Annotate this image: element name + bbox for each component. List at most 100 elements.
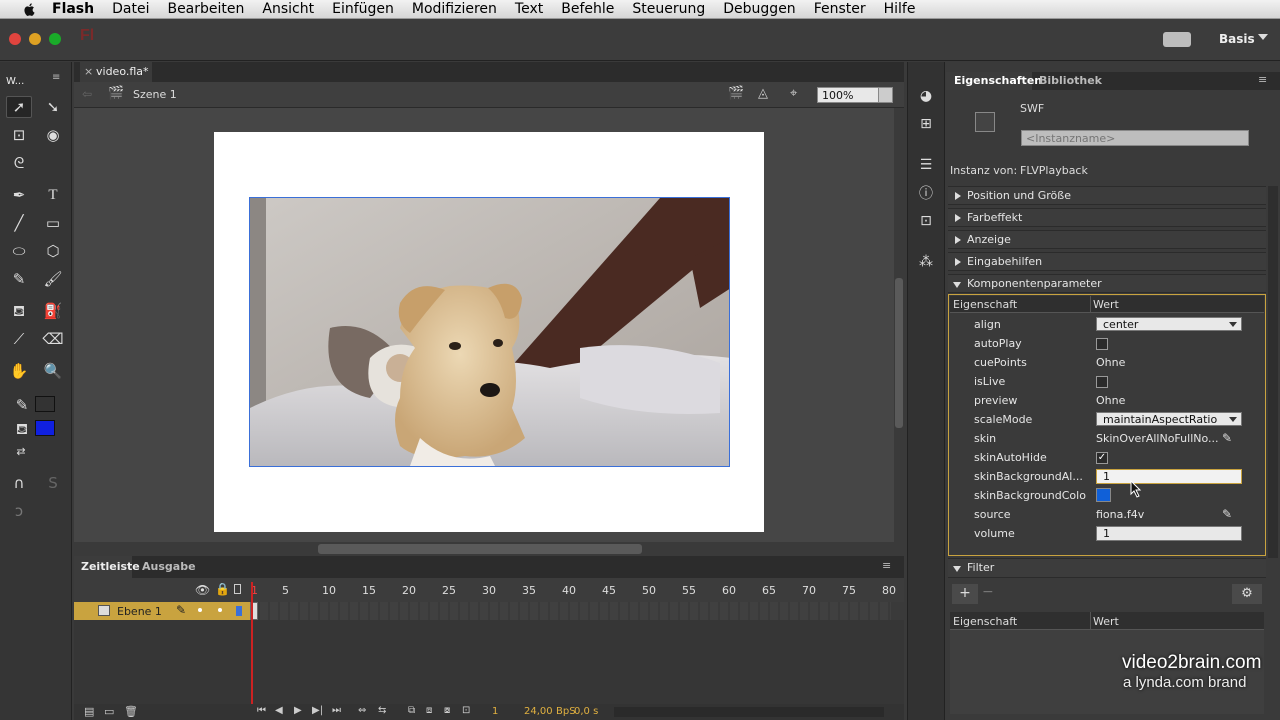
fill-color-swatch[interactable] [35, 420, 55, 436]
ink-bottle-icon[interactable]: ⛽ [40, 300, 66, 322]
lasso-icon[interactable]: ᘓ [6, 152, 32, 174]
edit-symbols-icon[interactable]: ◬ [758, 86, 768, 101]
document-tab[interactable]: × video.fla* [80, 62, 152, 82]
pencil-tool-icon[interactable]: ✎ [6, 268, 32, 290]
center-stage-icon[interactable]: ⌖ [790, 86, 797, 101]
instance-of-value[interactable]: FLVPlayback [1020, 164, 1088, 177]
panel-menu-icon[interactable]: ≡ [882, 559, 891, 572]
menu-einfuegen[interactable]: Einfügen [332, 1, 394, 17]
close-window-button[interactable] [9, 33, 21, 45]
onion-outline-icon[interactable]: ⧈ [426, 705, 432, 716]
zoom-window-button[interactable] [49, 33, 61, 45]
timeline-scrollbar[interactable] [614, 707, 884, 717]
edit-scene-icon[interactable]: 🎬 [728, 86, 744, 101]
hand-tool-icon[interactable]: ✋ [6, 360, 32, 382]
center-frame-icon[interactable]: ⇆ [378, 705, 386, 716]
skinbackgroundcolor-swatch[interactable] [1096, 488, 1111, 502]
brush-tool-icon[interactable]: 🖌 [40, 268, 66, 290]
new-layer-icon[interactable]: ▤ [84, 705, 94, 718]
islive-checkbox[interactable] [1096, 376, 1108, 388]
tab-ausgabe[interactable]: Ausgabe [142, 560, 196, 573]
cuepoints-value[interactable]: Ohne [1096, 356, 1125, 369]
minimize-window-button[interactable] [29, 33, 41, 45]
remove-filter-icon[interactable]: − [982, 584, 998, 604]
skinautohide-checkbox[interactable]: ✓ [1096, 452, 1108, 464]
swap-colors-icon[interactable]: ⇄ [8, 440, 34, 462]
color-palette-icon[interactable]: ◕ [914, 87, 938, 105]
menu-debuggen[interactable]: Debuggen [723, 1, 795, 17]
vertical-scroll-thumb[interactable] [895, 278, 903, 428]
paint-bucket-icon[interactable]: ⛾ [6, 300, 32, 322]
tab-zeitleiste[interactable]: Zeitleiste [81, 560, 140, 573]
tab-bibliothek[interactable]: Bibliothek [1039, 74, 1102, 87]
delete-layer-icon[interactable]: 🗑 [124, 705, 138, 718]
onion-markers-icon[interactable]: ⊡ [462, 705, 470, 716]
3d-rotation-icon[interactable]: ◉ [40, 124, 66, 146]
section-farbeffekt[interactable]: Farbeffekt [948, 208, 1266, 227]
autoplay-checkbox[interactable] [1096, 338, 1108, 350]
text-tool-icon[interactable]: T [40, 184, 66, 206]
edit-multiple-frames-icon[interactable]: ⧇ [444, 705, 450, 716]
close-icon[interactable]: × [84, 62, 93, 81]
swatches-grid-icon[interactable]: ⊞ [914, 115, 938, 133]
new-folder-icon[interactable]: ▭ [104, 705, 114, 718]
workspace-switcher[interactable]: Basis [1219, 32, 1255, 46]
menu-text[interactable]: Text [515, 1, 543, 17]
scene-label[interactable]: Szene 1 [133, 88, 177, 101]
pen-tool-icon[interactable]: ✒ [6, 184, 32, 206]
line-tool-icon[interactable]: ╱ [6, 212, 32, 234]
outline-icon[interactable] [234, 584, 241, 594]
apple-icon[interactable] [20, 2, 40, 17]
panel-menu-icon[interactable]: ≡ [1258, 73, 1267, 86]
pencil-edit-icon[interactable]: ✎ [1222, 431, 1232, 445]
gear-icon[interactable]: ⚙ [1232, 584, 1262, 604]
straighten-icon[interactable]: ↄ [6, 500, 32, 522]
section-filter[interactable]: Filter [948, 558, 1266, 578]
back-arrow-icon[interactable]: ⇦ [82, 87, 92, 101]
stage-vertical-scrollbar[interactable] [894, 108, 904, 542]
step-back-icon[interactable]: ◀ [275, 705, 283, 716]
first-frame-icon[interactable]: ⏮ [257, 705, 266, 716]
frame-rate[interactable]: 24,00 [524, 706, 553, 717]
instance-name-input[interactable] [1021, 130, 1249, 146]
align-icon[interactable]: ☰ [914, 156, 938, 174]
layer-lock-dot[interactable] [218, 608, 222, 612]
subselection-tool-icon[interactable]: ➘ [40, 96, 66, 118]
onion-skin-icon[interactable]: ⧉ [408, 705, 415, 716]
lock-icon[interactable]: 🔒 [215, 582, 230, 596]
pencil-edit-icon[interactable]: ✎ [1222, 507, 1232, 521]
oval-tool-icon[interactable]: ⬭ [6, 240, 32, 262]
flv-playback-instance[interactable] [249, 197, 730, 467]
layer-visible-dot[interactable] [198, 608, 202, 612]
section-anzeige[interactable]: Anzeige [948, 230, 1266, 249]
menu-fenster[interactable]: Fenster [814, 1, 866, 17]
info-icon[interactable]: ⓘ [914, 184, 938, 202]
menu-modifizieren[interactable]: Modifizieren [412, 1, 497, 17]
eyedropper-icon[interactable]: ⟋ [6, 328, 32, 350]
volume-field[interactable]: 1 [1096, 526, 1242, 541]
loop-icon[interactable]: ⇔ [358, 705, 366, 716]
section-eingabehilfen[interactable]: Eingabehilfen [948, 252, 1266, 271]
menu-bearbeiten[interactable]: Bearbeiten [167, 1, 244, 17]
scalemode-dropdown[interactable]: maintainAspectRatio [1096, 412, 1242, 426]
stroke-color-swatch[interactable] [35, 396, 55, 412]
preview-value[interactable]: Ohne [1096, 394, 1125, 407]
smooth-icon[interactable]: S [40, 472, 66, 494]
menu-app-flash[interactable]: Flash [52, 1, 94, 17]
transform-icon[interactable]: ⊡ [914, 212, 938, 230]
skinbackgroundalpha-field[interactable]: 1 [1096, 469, 1242, 484]
align-dropdown[interactable]: center [1096, 317, 1242, 331]
layer-outline-color[interactable] [236, 606, 242, 616]
chevron-down-icon[interactable] [878, 88, 892, 102]
layer-name[interactable]: Ebene 1 [117, 605, 162, 618]
menu-befehle[interactable]: Befehle [561, 1, 614, 17]
selection-tool-icon[interactable]: ➚ [6, 96, 32, 118]
menu-ansicht[interactable]: Ansicht [262, 1, 314, 17]
eye-icon[interactable]: 👁 [195, 583, 210, 597]
menu-hilfe[interactable]: Hilfe [884, 1, 916, 17]
play-icon[interactable]: ▶ [294, 705, 302, 716]
menu-steuerung[interactable]: Steuerung [632, 1, 705, 17]
panel-menu-icon[interactable]: ≡ [52, 72, 60, 83]
chevron-down-icon[interactable] [1258, 34, 1268, 40]
zoom-tool-icon[interactable]: 🔍 [40, 360, 66, 382]
